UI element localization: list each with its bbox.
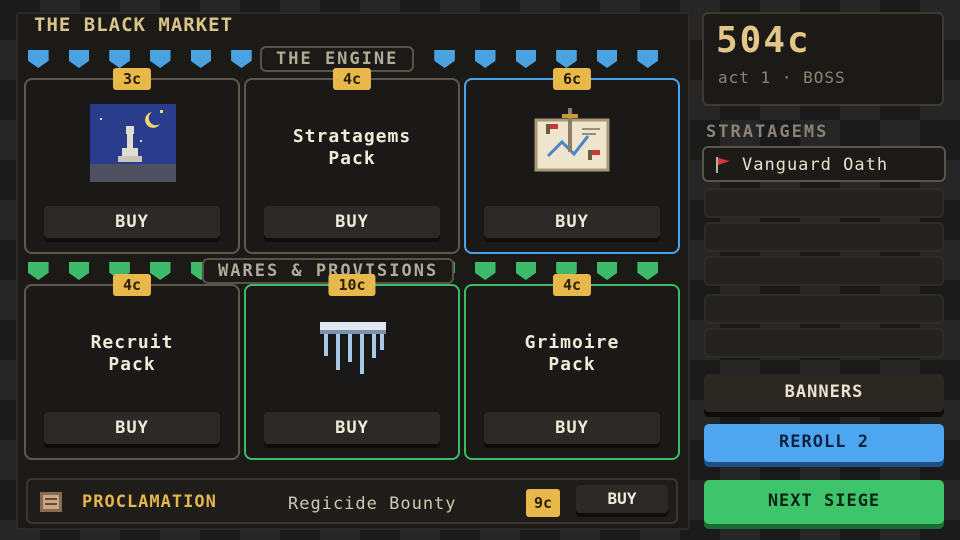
stratagem-name: Vanguard Oath	[742, 155, 889, 175]
wares-card-2[interactable]: 10c BUY	[244, 274, 460, 460]
price-tag: 4c	[552, 274, 592, 296]
proclamation-buy-button[interactable]: BUY	[576, 485, 668, 513]
buy-button[interactable]: BUY	[264, 412, 440, 444]
next-siege-button[interactable]: NEXT SIEGE	[704, 480, 944, 524]
card-name: Grimoire Pack	[524, 332, 620, 375]
proclamation-title: PROCLAMATION	[82, 492, 217, 512]
buy-button[interactable]: BUY	[264, 206, 440, 238]
proclamation-price-tag: 9c	[526, 489, 561, 517]
buy-button[interactable]: BUY	[44, 412, 220, 444]
night-moon-pawn-icon	[90, 104, 176, 182]
stratagem-slot-empty[interactable]	[704, 188, 944, 218]
buy-button[interactable]: BUY	[484, 206, 660, 238]
engine-card-1[interactable]: 3c BUY	[24, 68, 240, 254]
banners-button[interactable]: BANNERS	[704, 374, 944, 412]
wares-card-1[interactable]: 4c Recruit Pack BUY	[24, 274, 240, 460]
price-tag: 3c	[112, 68, 152, 90]
engine-card-2[interactable]: 4c Stratagems Pack BUY	[244, 68, 460, 254]
card-name: Stratagems Pack	[292, 126, 412, 169]
stratagem-slot-empty[interactable]	[704, 256, 944, 286]
proclamation-bar[interactable]: PROCLAMATION Regicide Bounty 9c BUY	[26, 478, 678, 524]
engine-card-3[interactable]: 6c BUY	[464, 68, 680, 254]
act-indicator: act 1 · BOSS	[718, 68, 846, 87]
battle-map-icon	[534, 108, 610, 172]
stratagems-title: STRATAGEMS	[706, 122, 829, 142]
price-tag: 4c	[112, 274, 152, 296]
red-flag-icon	[716, 157, 730, 173]
buy-button[interactable]: BUY	[44, 206, 220, 238]
price-tag: 10c	[328, 274, 376, 296]
money-counter: 504c	[716, 20, 811, 61]
price-tag: 4c	[332, 68, 372, 90]
shop-title: THE BLACK MARKET	[34, 14, 234, 36]
card-name: Recruit Pack	[90, 332, 174, 375]
stratagem-slot-1[interactable]: Vanguard Oath	[702, 146, 946, 182]
status-box: 504c act 1 · BOSS	[702, 12, 944, 106]
scroll-icon	[40, 492, 62, 512]
wares-card-3[interactable]: 4c Grimoire Pack BUY	[464, 274, 680, 460]
stratagem-slot-empty[interactable]	[704, 222, 944, 252]
price-tag: 6c	[552, 68, 592, 90]
icicle-icon	[320, 322, 386, 374]
stratagem-slot-empty[interactable]	[704, 294, 944, 324]
proclamation-name: Regicide Bounty	[288, 494, 457, 514]
reroll-button[interactable]: REROLL 2	[704, 424, 944, 462]
stratagem-slot-empty[interactable]	[704, 328, 944, 358]
buy-button[interactable]: BUY	[484, 412, 660, 444]
